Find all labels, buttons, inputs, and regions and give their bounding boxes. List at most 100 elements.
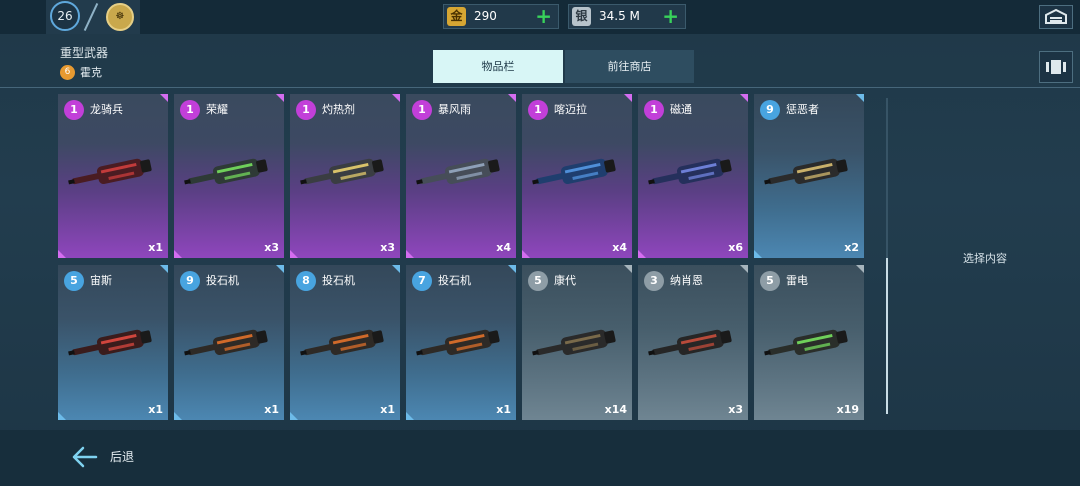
item-quantity: x4 <box>612 241 627 254</box>
item-level-badge: 1 <box>64 100 84 120</box>
item-quantity: x3 <box>380 241 395 254</box>
item-card[interactable]: 5 宙斯 x1 <box>58 265 168 420</box>
add-gold-button[interactable]: + <box>535 5 552 27</box>
gold-currency: 金 290 + <box>443 4 559 29</box>
item-card[interactable]: 9 投石机 x1 <box>174 265 284 420</box>
item-card[interactable]: 1 荣耀 x3 <box>174 94 284 258</box>
cards-icon <box>1046 60 1066 74</box>
category-title: 重型武器 <box>60 46 109 60</box>
item-name: 雷电 <box>786 274 808 287</box>
rarity-corner <box>740 94 748 102</box>
rarity-corner <box>290 250 298 258</box>
item-quantity: x1 <box>148 403 163 416</box>
rarity-corner <box>508 265 516 273</box>
weapon-icon <box>416 329 500 356</box>
item-card[interactable]: 8 投石机 x1 <box>290 265 400 420</box>
rarity-corner <box>624 94 632 102</box>
rarity-corner <box>392 94 400 102</box>
back-arrow-icon <box>72 446 98 468</box>
rank-emblem-icon[interactable]: ☸ <box>106 3 134 31</box>
item-level-badge: 1 <box>412 100 432 120</box>
weapon-icon <box>184 329 268 356</box>
weapon-icon <box>68 329 152 356</box>
tab-inventory[interactable]: 物品栏 <box>433 50 563 83</box>
item-quantity: x1 <box>264 403 279 416</box>
rarity-corner <box>406 250 414 258</box>
scrollbar-thumb[interactable] <box>886 258 888 414</box>
rarity-corner <box>754 250 762 258</box>
item-name: 投石机 <box>438 274 471 287</box>
item-name: 投石机 <box>206 274 239 287</box>
item-name: 康代 <box>554 274 576 287</box>
item-level-badge: 5 <box>64 271 84 291</box>
item-name: 龙骑兵 <box>90 103 123 116</box>
item-quantity: x3 <box>264 241 279 254</box>
rarity-corner <box>174 412 182 420</box>
item-name: 纳肖恩 <box>670 274 703 287</box>
item-level-badge: 1 <box>180 100 200 120</box>
rarity-corner <box>58 250 66 258</box>
item-name: 惩恶者 <box>786 103 819 116</box>
item-card[interactable]: 1 喀迈拉 x4 <box>522 94 632 258</box>
item-card[interactable]: 5 雷电 x19 <box>754 265 864 420</box>
item-card[interactable]: 7 投石机 x1 <box>406 265 516 420</box>
item-card[interactable]: 5 康代 x14 <box>522 265 632 420</box>
item-level-badge: 8 <box>296 271 316 291</box>
item-level-badge: 1 <box>528 100 548 120</box>
hangar-button[interactable] <box>1039 5 1073 29</box>
rarity-corner <box>406 412 414 420</box>
item-card[interactable]: 1 龙骑兵 x1 <box>58 94 168 258</box>
item-level-badge: 9 <box>180 271 200 291</box>
rarity-corner <box>508 94 516 102</box>
item-name: 磁通 <box>670 103 692 116</box>
weapon-icon <box>648 329 732 356</box>
rarity-corner <box>276 265 284 273</box>
back-label: 后退 <box>110 450 135 464</box>
sub-title: 霍克 <box>80 66 102 79</box>
rarity-corner <box>160 94 168 102</box>
weapon-icon <box>300 158 384 185</box>
item-card[interactable]: 1 磁通 x6 <box>638 94 748 258</box>
item-card[interactable]: 1 灼热剂 x3 <box>290 94 400 258</box>
item-quantity: x3 <box>728 403 743 416</box>
item-name: 投石机 <box>322 274 355 287</box>
item-name: 暴风雨 <box>438 103 471 116</box>
rarity-corner <box>522 250 530 258</box>
item-card[interactable]: 9 惩恶者 x2 <box>754 94 864 258</box>
rarity-corner <box>174 250 182 258</box>
add-silver-button[interactable]: + <box>662 5 679 27</box>
item-level-badge: 1 <box>296 100 316 120</box>
item-level-badge: 7 <box>412 271 432 291</box>
rarity-corner <box>638 250 646 258</box>
silver-icon: 银 <box>572 7 591 26</box>
weapon-icon <box>532 158 616 185</box>
item-card[interactable]: 1 暴风雨 x4 <box>406 94 516 258</box>
rarity-corner <box>624 265 632 273</box>
item-card[interactable]: 3 纳肖恩 x3 <box>638 265 748 420</box>
item-name: 宙斯 <box>90 274 112 287</box>
item-quantity: x1 <box>496 403 511 416</box>
sub-level-badge: 6 <box>60 65 75 80</box>
silver-currency: 银 34.5 M + <box>568 4 686 29</box>
item-level-badge: 5 <box>528 271 548 291</box>
weapon-icon <box>648 158 732 185</box>
item-level-badge: 1 <box>644 100 664 120</box>
weapon-icon <box>184 158 268 185</box>
gold-icon: 金 <box>447 7 466 26</box>
back-button[interactable]: 后退 <box>70 443 140 471</box>
tab-go-to-shop[interactable]: 前往商店 <box>565 50 694 83</box>
item-name: 喀迈拉 <box>554 103 587 116</box>
rarity-corner <box>58 412 66 420</box>
player-level-badge[interactable]: 26 <box>50 1 80 31</box>
item-level-badge: 9 <box>760 100 780 120</box>
item-quantity: x14 <box>604 403 627 416</box>
view-toggle-button[interactable] <box>1039 51 1073 83</box>
rarity-corner <box>856 94 864 102</box>
weapon-icon <box>764 329 848 356</box>
rarity-corner <box>392 265 400 273</box>
rarity-corner <box>276 94 284 102</box>
item-quantity: x4 <box>496 241 511 254</box>
item-level-badge: 3 <box>644 271 664 291</box>
rarity-corner <box>856 265 864 273</box>
weapon-icon <box>416 158 500 185</box>
